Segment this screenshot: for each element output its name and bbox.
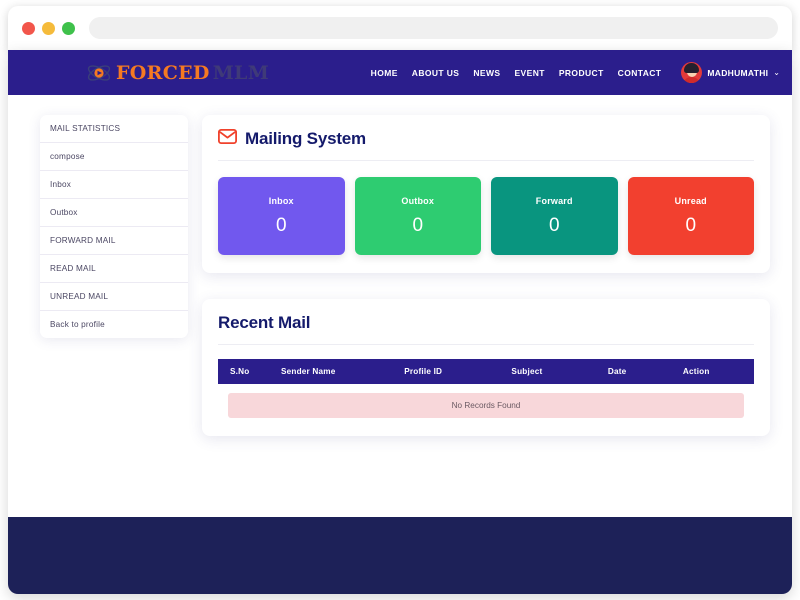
nav-item-event[interactable]: EVENT: [514, 68, 544, 78]
stat-label-outbox: Outbox: [401, 195, 435, 206]
sidebar-item-read-mail[interactable]: READ MAIL: [40, 255, 188, 283]
avatar: [681, 62, 703, 83]
sidebar-item-unread-mail[interactable]: UNREAD MAIL: [40, 283, 188, 311]
mailing-system-card: Mailing System Inbox 0 Outbox 0 Forward …: [202, 115, 770, 273]
nav-item-contact[interactable]: CONTACT: [618, 68, 662, 78]
maximize-icon[interactable]: [62, 21, 75, 35]
stat-cards: Inbox 0 Outbox 0 Forward 0 Unread 0: [218, 177, 754, 255]
top-navbar: FORCED MLM HOME ABOUT US NEWS EVENT PRODU…: [8, 50, 792, 95]
sidebar-item-back-to-profile[interactable]: Back to profile: [40, 311, 188, 338]
sidebar-item-forward-mail[interactable]: FORWARD MAIL: [40, 227, 188, 255]
sidebar-item-inbox[interactable]: Inbox: [40, 171, 188, 199]
atom-logo-icon: [86, 60, 112, 86]
stat-label-inbox: Inbox: [268, 195, 294, 206]
user-name: MADHUMATHI: [707, 67, 769, 78]
column-header-date[interactable]: Date: [603, 359, 679, 384]
nav-item-about-us[interactable]: ABOUT US: [412, 68, 460, 78]
site-footer: FORCEDMLM PRIVACY & TOS QUICK LINKS CONT…: [8, 517, 792, 594]
recent-mail-title: Recent Mail: [218, 313, 754, 345]
stat-value-inbox: 0: [275, 214, 287, 236]
stat-label-forward: Forward: [535, 195, 573, 206]
sidebar-item-mail-statistics[interactable]: MAIL STATISTICS: [40, 115, 188, 143]
nav-item-news[interactable]: NEWS: [473, 68, 500, 78]
column-header-profile-id[interactable]: Profile ID: [400, 359, 508, 384]
sidebar-item-compose[interactable]: compose: [40, 143, 188, 171]
sidebar-item-outbox[interactable]: Outbox: [40, 199, 188, 227]
nav-item-home[interactable]: HOME: [371, 68, 398, 78]
table-header-row: S.No Sender Name Profile ID Subject Date…: [218, 359, 754, 384]
brand-secondary: MLM: [212, 61, 270, 84]
recent-mail-card: Recent Mail S.No Sender Name Profile ID …: [202, 299, 770, 436]
user-menu[interactable]: MADHUMATHI ⌄: [681, 62, 780, 83]
column-header-subject[interactable]: Subject: [507, 359, 604, 384]
stat-card-outbox[interactable]: Outbox 0: [354, 177, 481, 255]
nav-links: HOME ABOUT US NEWS EVENT PRODUCT CONTACT…: [371, 62, 780, 83]
close-icon[interactable]: [22, 21, 35, 35]
stat-value-outbox: 0: [412, 214, 424, 236]
stat-value-forward: 0: [548, 214, 560, 236]
nav-item-product[interactable]: PRODUCT: [559, 68, 604, 78]
empty-state-message: No Records Found: [228, 393, 744, 418]
column-header-sender-name[interactable]: Sender Name: [276, 359, 401, 384]
address-bar-input[interactable]: [89, 17, 778, 39]
brand-text: FORCED MLM: [116, 62, 269, 84]
page-viewport: FORCED MLM HOME ABOUT US NEWS EVENT PRODU…: [8, 50, 792, 594]
brand-primary: FORCED: [116, 61, 210, 84]
window-controls: [22, 21, 75, 35]
minimize-icon[interactable]: [42, 21, 55, 35]
page-body: MAIL STATISTICS compose Inbox Outbox FOR…: [8, 95, 792, 517]
column-header-sno[interactable]: S.No: [218, 359, 277, 384]
stat-label-unread: Unread: [674, 195, 707, 206]
mailing-system-title-row: Mailing System: [217, 128, 754, 161]
site-logo[interactable]: FORCED MLM: [86, 60, 269, 86]
stat-value-unread: 0: [685, 214, 697, 236]
envelope-icon: [217, 128, 238, 149]
chevron-down-icon: ⌄: [773, 68, 780, 77]
page-title: Mailing System: [245, 129, 366, 148]
stat-card-forward[interactable]: Forward 0: [491, 177, 618, 255]
main-content: Mailing System Inbox 0 Outbox 0 Forward …: [202, 115, 770, 436]
column-header-action[interactable]: Action: [678, 359, 754, 384]
recent-mail-table: S.No Sender Name Profile ID Subject Date…: [218, 359, 754, 384]
stat-card-inbox[interactable]: Inbox 0: [218, 177, 345, 255]
stat-card-unread[interactable]: Unread 0: [627, 177, 754, 255]
browser-chrome: [8, 6, 792, 50]
sidebar: MAIL STATISTICS compose Inbox Outbox FOR…: [40, 115, 188, 338]
